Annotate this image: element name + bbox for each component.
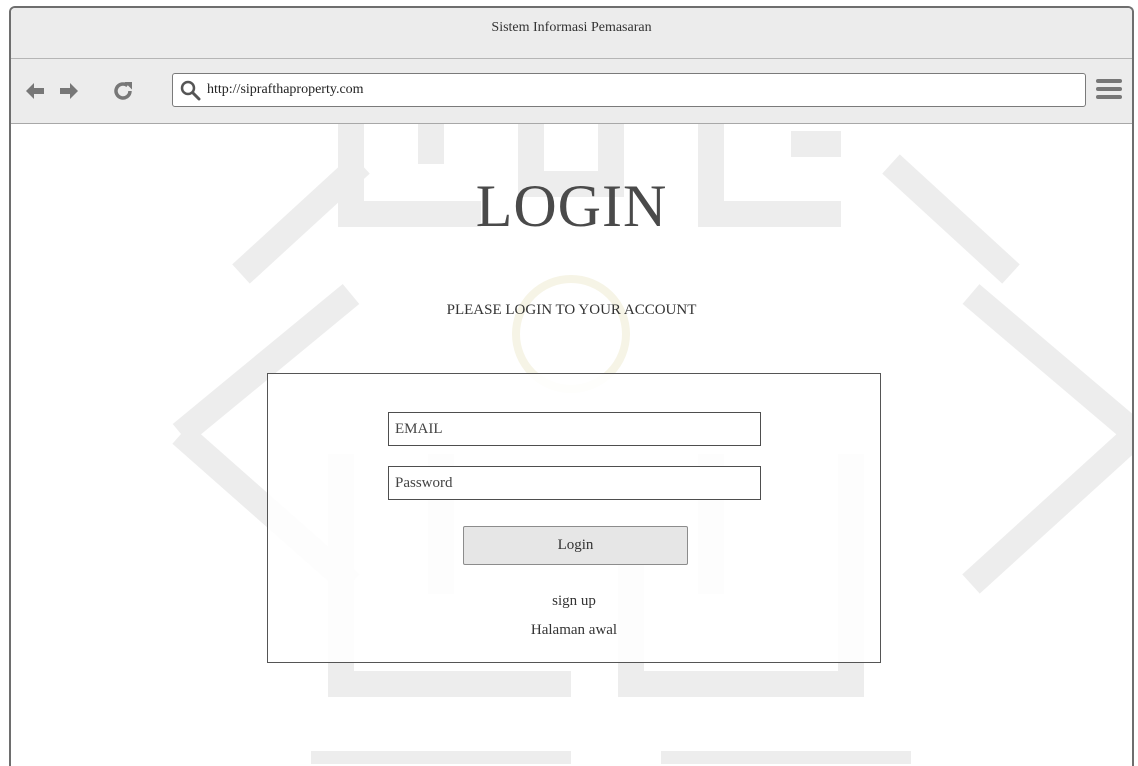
search-icon (180, 80, 201, 101)
password-field[interactable] (388, 466, 761, 500)
signup-link[interactable]: sign up (268, 593, 880, 610)
page-title: LOGIN (475, 173, 668, 239)
forward-button[interactable] (57, 79, 81, 103)
arrow-right-icon (60, 83, 78, 99)
reload-button[interactable] (111, 79, 135, 103)
url-text: http://siprafthaproperty.com (207, 82, 364, 97)
page-content: LOGIN PLEASE LOGIN TO YOUR ACCOUNT Login… (11, 124, 1132, 766)
address-bar[interactable]: http://siprafthaproperty.com (172, 73, 1086, 107)
login-button[interactable]: Login (463, 526, 688, 565)
page-subtitle: PLEASE LOGIN TO YOUR ACCOUNT (446, 302, 697, 318)
email-field[interactable] (388, 412, 761, 446)
title-bar: Sistem Informasi Pemasaran (11, 8, 1132, 59)
home-link[interactable]: Halaman awal (268, 622, 880, 639)
back-button[interactable] (23, 79, 47, 103)
browser-window: Sistem Informasi Pemasaran http://sipraf… (9, 6, 1134, 766)
reload-icon (114, 82, 132, 100)
menu-line (1096, 79, 1122, 83)
login-form: Login sign up Halaman awal (267, 373, 881, 663)
hamburger-menu-button[interactable] (1096, 79, 1122, 103)
window-title: Sistem Informasi Pemasaran (491, 20, 652, 35)
browser-toolbar: http://siprafthaproperty.com (11, 59, 1132, 124)
arrow-left-icon (26, 83, 44, 99)
menu-line (1096, 95, 1122, 99)
menu-line (1096, 87, 1122, 91)
